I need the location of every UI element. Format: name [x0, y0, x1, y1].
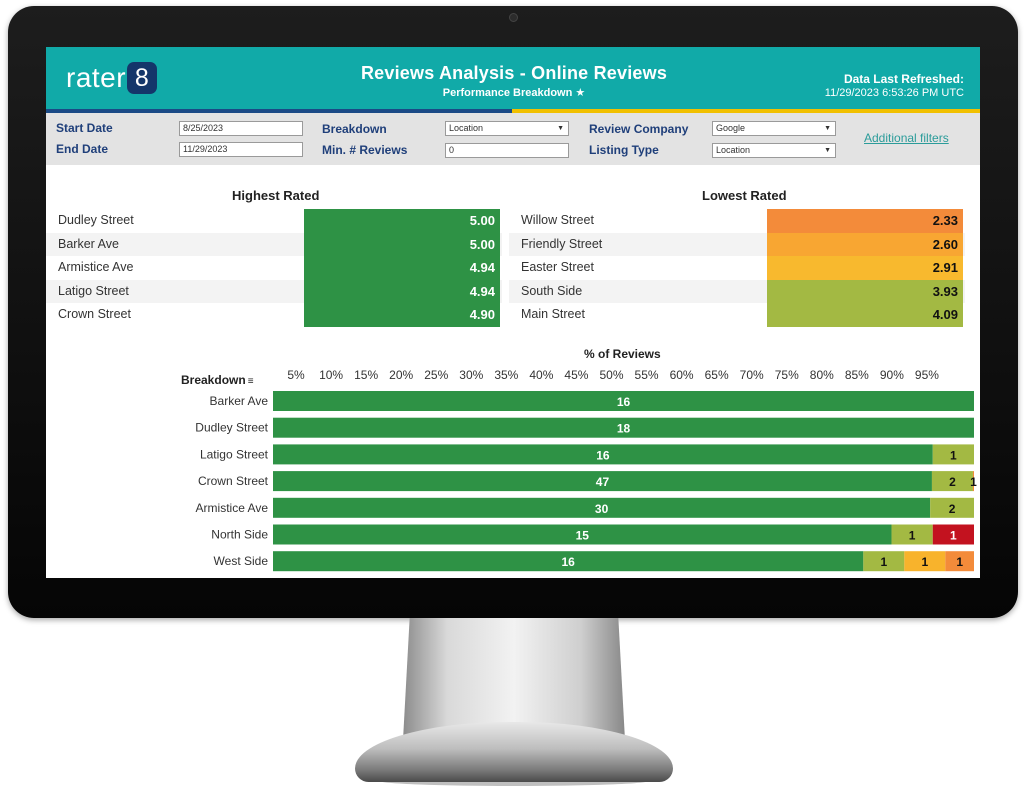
x-tick-label: 85% — [845, 368, 869, 382]
bar-value-label: 1 — [921, 555, 928, 569]
x-tick-label: 15% — [354, 368, 378, 382]
bar-value-label: 1 — [909, 529, 916, 543]
x-tick-label: 80% — [810, 368, 834, 382]
category-label: Dudley Street — [195, 421, 268, 435]
bar-value-label: 2 — [949, 475, 956, 489]
dashboard-screen: rater 8 Reviews Analysis - Online Review… — [46, 47, 980, 578]
category-label: North Side — [211, 528, 268, 542]
x-tick-label: 20% — [389, 368, 413, 382]
bar-value-label: 1 — [950, 448, 957, 462]
x-tick-label: 30% — [459, 368, 483, 382]
bar-value-label: 1 — [970, 475, 977, 489]
x-tick-label: 70% — [740, 368, 764, 382]
x-tick-label: 25% — [424, 368, 448, 382]
bar-value-label: 30 — [595, 502, 609, 516]
bar-value-label: 1 — [880, 555, 887, 569]
category-label: Crown Street — [198, 474, 269, 488]
webcam-icon — [509, 13, 518, 22]
x-tick-label: 65% — [705, 368, 729, 382]
x-tick-label: 75% — [775, 368, 799, 382]
x-tick-label: 90% — [880, 368, 904, 382]
x-tick-label: 40% — [529, 368, 553, 382]
monitor-stand-base — [355, 722, 673, 782]
x-tick-label: 60% — [670, 368, 694, 382]
x-tick-label: 45% — [564, 368, 588, 382]
x-tick-label: 95% — [915, 368, 939, 382]
category-label: Barker Ave — [210, 394, 269, 408]
bar-value-label: 2 — [949, 502, 956, 516]
x-tick-label: 35% — [494, 368, 518, 382]
bar-value-label: 1 — [956, 555, 963, 569]
bar-value-label: 1 — [950, 529, 957, 543]
x-tick-label: 10% — [319, 368, 343, 382]
category-label: Armistice Ave — [196, 501, 269, 515]
category-label: Latigo Street — [200, 447, 269, 461]
x-tick-label: 55% — [635, 368, 659, 382]
bar-value-label: 16 — [561, 555, 575, 569]
bar-value-label: 16 — [596, 448, 610, 462]
x-tick-label: 50% — [599, 368, 623, 382]
bar-value-label: 18 — [617, 422, 631, 436]
bar-value-label: 47 — [596, 475, 610, 489]
stacked-bar-chart: 5% 10% 15% 20% 25% 30% 35% 40% 45% 50% 55% 60% 65% 70… — [195, 368, 977, 572]
category-label: West Side — [214, 554, 269, 568]
bar-value-label: 15 — [576, 529, 590, 543]
bar-value-label: 16 — [617, 395, 631, 409]
x-tick-label: 5% — [287, 368, 305, 382]
